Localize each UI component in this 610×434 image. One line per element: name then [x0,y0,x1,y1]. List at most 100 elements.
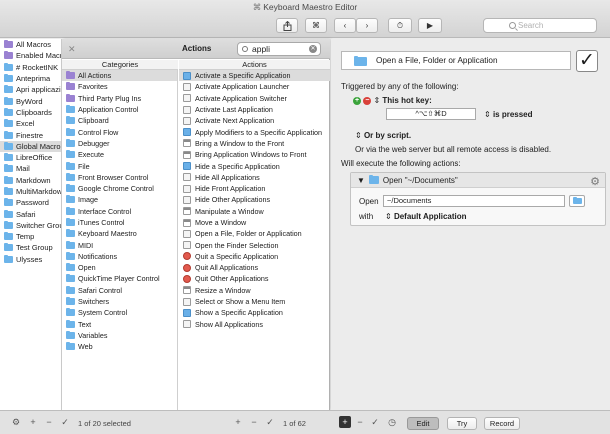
macro-group-item[interactable]: All Macros [0,39,61,50]
disclosure-triangle-icon[interactable]: ▼ [357,176,365,185]
action-item[interactable]: Apply Modifiers to a Specific Applicatio… [179,126,330,137]
category-item[interactable]: Open [62,262,177,273]
clear-search-icon[interactable]: ✕ [309,45,317,53]
action-item[interactable]: Activate a Specific Application [179,70,330,82]
add-group-button[interactable]: + [27,416,39,428]
macro-group-item[interactable]: Safari [0,208,61,219]
category-item[interactable]: QuickTime Player Control [62,273,177,284]
macro-group-item[interactable]: Clipboards [0,107,61,118]
category-item[interactable]: File [62,160,177,171]
action-item[interactable]: Resize a Window [179,285,330,296]
category-item[interactable]: Favorites [62,81,177,92]
action-item[interactable]: Open a File, Folder or Application [179,228,330,239]
remove-macro-button[interactable]: − [248,416,260,428]
macro-group-item[interactable]: Enabled Macros [0,50,61,61]
macro-group-item[interactable]: MultiMarkdown [0,186,61,197]
add-trigger-icon[interactable]: + [353,96,361,105]
action-item[interactable]: Activate Next Application [179,115,330,126]
category-item[interactable]: Execute [62,149,177,160]
enable-group-check[interactable]: ✓ [59,416,71,428]
macro-group-item[interactable]: Switcher Group [0,220,61,231]
updown-icon[interactable]: ⇕ [373,96,380,105]
macro-group-item[interactable]: Markdown [0,175,61,186]
remove-action-button[interactable]: − [354,416,366,428]
action-item[interactable]: Manipulate a Window [179,206,330,217]
or-by-script-popup[interactable]: ⇕ Or by script. [355,131,411,140]
category-item[interactable]: Interface Control [62,206,177,217]
action-item[interactable]: Quit a Specific Application [179,251,330,262]
remove-trigger-icon[interactable]: − [363,96,372,105]
macro-group-item[interactable]: Password [0,197,61,208]
choose-folder-button[interactable] [569,195,585,207]
category-item[interactable]: Keyboard Maestro [62,228,177,239]
category-item[interactable]: Notifications [62,251,177,262]
gear-icon[interactable]: ⚙ [590,175,600,188]
category-item[interactable]: Switchers [62,296,177,307]
category-item[interactable]: System Control [62,307,177,318]
add-macro-button[interactable]: + [232,416,244,428]
with-application-popup[interactable]: ⇕ Default Application [385,212,467,221]
edit-button[interactable]: Edit [407,417,439,430]
action-item[interactable]: Quit Other Applications [179,273,330,284]
category-item[interactable]: MIDI [62,239,177,250]
gear-icon[interactable]: ⚙ [10,416,22,428]
category-item[interactable]: Safari Control [62,285,177,296]
share-button[interactable] [276,18,298,33]
action-item[interactable]: Hide Front Application [179,183,330,194]
add-action-button[interactable]: + [339,416,351,428]
try-button[interactable]: Try [447,417,477,430]
action-open-documents[interactable]: ▼ Open "~/Documents" ⚙ Open ~/Documents … [350,172,606,226]
action-item[interactable]: Activate Application Launcher [179,81,330,92]
forward-button[interactable]: › [356,18,378,33]
clock-icon[interactable]: ◷ [386,416,398,428]
category-item[interactable]: Variables [62,330,177,341]
action-item[interactable]: Select or Show a Menu Item [179,296,330,307]
actions-search-input[interactable]: appli ✕ [237,42,321,56]
macro-group-item[interactable]: ByWord [0,95,61,106]
macro-group-item[interactable]: Finestre [0,129,61,140]
category-item[interactable]: Clipboard [62,115,177,126]
category-item[interactable]: Debugger [62,138,177,149]
category-item[interactable]: Application Control [62,104,177,115]
macro-enabled-checkbox[interactable]: ✓ [576,50,598,72]
command-button[interactable]: ⌘ [305,18,327,33]
category-item[interactable]: Google Chrome Control [62,183,177,194]
action-item[interactable]: Hide All Applications [179,172,330,183]
action-item[interactable]: Hide a Specific Application [179,160,330,171]
action-item[interactable]: Show a Specific Application [179,307,330,318]
category-item[interactable]: All Actions [62,70,177,82]
action-item[interactable]: Bring Application Windows to Front [179,149,330,160]
action-item[interactable]: Bring a Window to the Front [179,138,330,149]
macro-group-list[interactable]: All MacrosEnabled Macros# RocketINK Antep… [0,39,62,410]
macro-group-item[interactable]: Mail [0,163,61,174]
macro-group-item[interactable]: Excel [0,118,61,129]
action-item[interactable]: Activate Last Application [179,104,330,115]
macro-group-item[interactable]: Anteprima [0,73,61,84]
macro-group-item[interactable]: Ulysses [0,254,61,265]
remove-group-button[interactable]: − [43,416,55,428]
action-header[interactable]: ▼ Open "~/Documents" ⚙ [351,173,605,188]
run-button[interactable]: ▶ [418,18,442,33]
action-item[interactable]: Hide Other Applications [179,194,330,205]
action-item[interactable]: Move a Window [179,217,330,228]
action-item[interactable]: Show All Applications [179,319,330,330]
pressed-popup[interactable]: ⇕ is pressed [484,110,533,119]
category-item[interactable]: iTunes Control [62,217,177,228]
action-item[interactable]: Quit All Applications [179,262,330,273]
actions-list[interactable]: Activate a Specific Application Activate … [179,70,330,410]
close-icon[interactable]: ✕ [68,44,76,55]
action-item[interactable]: Activate Application Switcher [179,93,330,104]
action-item[interactable]: Open the Finder Selection [179,239,330,250]
category-item[interactable]: Front Browser Control [62,172,177,183]
hotkey-field[interactable]: ^⌥⇧⌘D [386,108,476,120]
macro-group-item[interactable]: Test Group [0,242,61,253]
record-button[interactable]: Record [484,417,520,430]
category-item[interactable]: Text [62,319,177,330]
back-button[interactable]: ‹ [334,18,356,33]
macro-group-item[interactable]: Apri applicazioni [0,84,61,95]
macro-group-item[interactable]: LibreOffice [0,152,61,163]
enable-action-check[interactable]: ✓ [369,416,381,428]
category-item[interactable]: Control Flow [62,126,177,137]
search-field[interactable]: Search [483,18,597,33]
category-item[interactable]: Third Party Plug Ins [62,93,177,104]
